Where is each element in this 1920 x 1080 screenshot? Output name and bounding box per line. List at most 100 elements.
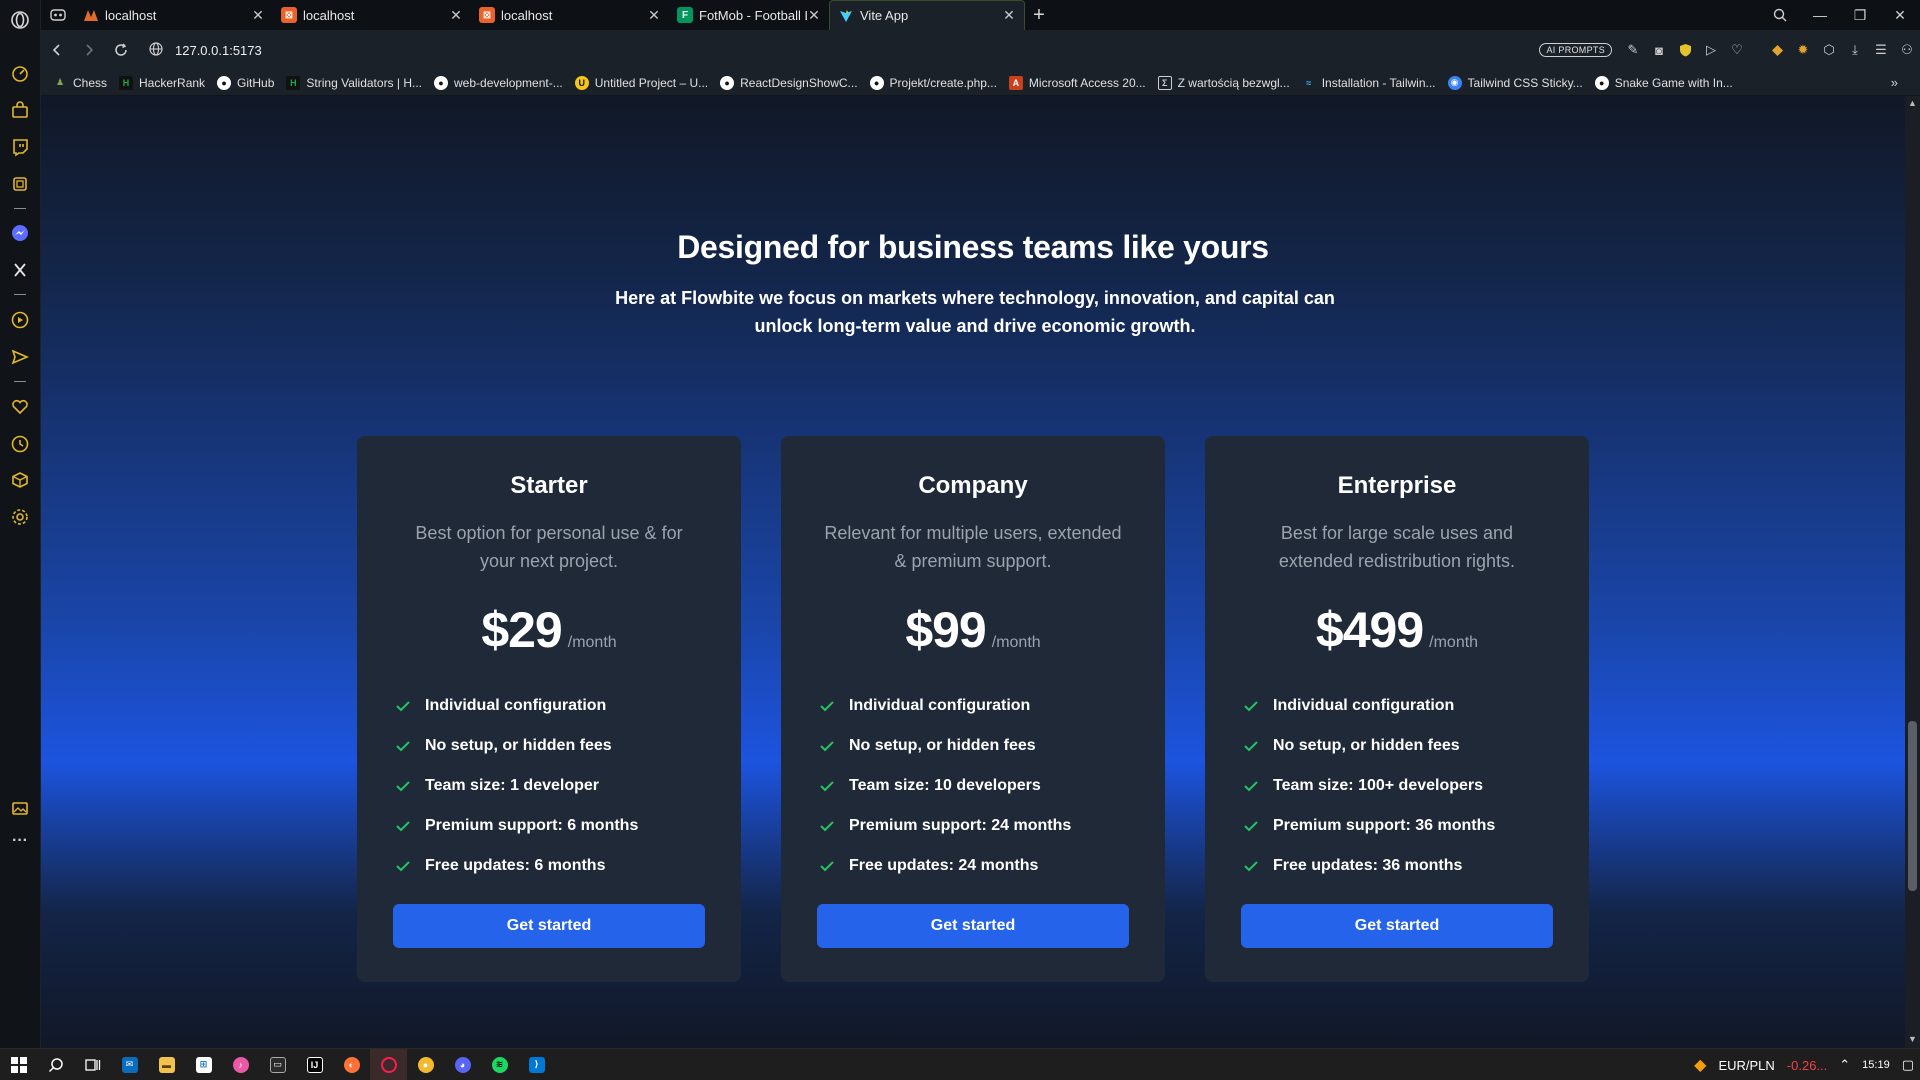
feature-item: Premium support: 36 months <box>1241 806 1495 846</box>
task-view-icon[interactable] <box>74 1049 111 1080</box>
history-icon[interactable] <box>8 432 32 456</box>
url-field[interactable]: 127.0.0.1:5173 <box>149 41 262 59</box>
browser-tab[interactable]: ⊠ localhost ✕ <box>273 0 471 30</box>
browser-tab[interactable]: ⊠ localhost ✕ <box>471 0 669 30</box>
localhost-icon <box>83 7 99 23</box>
extensions-cube-icon[interactable]: ⬡ <box>1816 30 1842 70</box>
currency-pair[interactable]: EUR/PLN <box>1718 1058 1774 1073</box>
localhost-icon: ⊠ <box>281 7 297 23</box>
back-icon[interactable] <box>41 34 73 66</box>
sidebar-separator <box>14 294 26 295</box>
feature-item: Free updates: 36 months <box>1241 846 1495 886</box>
new-tab-button[interactable]: + <box>1025 0 1053 30</box>
vscode-icon[interactable]: ⟩ <box>518 1049 555 1080</box>
bookmark-item[interactable]: ● web-development-... <box>434 75 563 90</box>
store-icon[interactable]: ⊞ <box>185 1049 222 1080</box>
notifications-icon[interactable]: ▢ <box>1902 1057 1914 1073</box>
bookmark-item[interactable]: A Microsoft Access 20... <box>1008 75 1146 90</box>
download-icon[interactable]: ⤓ <box>1842 30 1868 70</box>
tab-close-icon[interactable]: ✕ <box>1002 7 1016 23</box>
bookmark-item[interactable]: ● GitHub <box>217 75 274 90</box>
tab-close-icon[interactable]: ✕ <box>251 7 265 23</box>
chrome-icon[interactable]: ● <box>407 1049 444 1080</box>
restore-icon[interactable]: ❐ <box>1840 0 1880 30</box>
file-explorer-icon[interactable]: ▬ <box>148 1049 185 1080</box>
player-icon[interactable] <box>8 308 32 332</box>
opera-logo-icon[interactable] <box>8 8 32 32</box>
minimize-icon[interactable]: — <box>1800 0 1840 30</box>
easy-setup-icon[interactable]: ☰ <box>1868 30 1894 70</box>
get-started-button[interactable]: Get started <box>393 904 705 948</box>
get-started-button[interactable]: Get started <box>817 904 1129 948</box>
bookmark-item[interactable]: U Untitled Project – U... <box>574 75 708 90</box>
bookmark-item[interactable]: ◉ Tailwind CSS Sticky... <box>1447 75 1583 90</box>
close-window-icon[interactable]: ✕ <box>1880 0 1920 30</box>
intellij-icon[interactable]: IJ <box>296 1049 333 1080</box>
more-icon[interactable]: ··· <box>8 829 32 853</box>
edit-icon[interactable]: ✎ <box>1620 30 1646 70</box>
bookmark-item[interactable]: ≈ Installation - Tailwin... <box>1302 76 1435 90</box>
heart-icon[interactable] <box>8 395 32 419</box>
check-icon <box>1241 776 1261 796</box>
x-twitter-icon[interactable] <box>8 258 32 282</box>
bookmark-item[interactable]: H HackerRank <box>119 75 205 90</box>
plan-price: $499/month <box>1205 601 1589 659</box>
snapshot-camera-icon[interactable]: ◙ <box>1646 30 1672 70</box>
forward-icon[interactable] <box>73 34 105 66</box>
shopping-icon[interactable] <box>8 98 32 122</box>
bookmark-item[interactable]: ● ReactDesignShowC... <box>720 75 858 90</box>
bookmark-item[interactable]: ● Snake Game with In... <box>1594 75 1733 90</box>
scrollbar-thumb[interactable] <box>1908 721 1917 891</box>
gallery-icon[interactable] <box>8 796 32 820</box>
tab-search-icon[interactable] <box>1760 0 1800 30</box>
scroll-down-icon[interactable]: ▼ <box>1907 1034 1918 1045</box>
get-started-button[interactable]: Get started <box>1241 904 1553 948</box>
firefox-icon[interactable]: ◐ <box>333 1049 370 1080</box>
profile-icon[interactable]: ⚇ <box>1894 30 1920 70</box>
bookmark-heart-icon[interactable]: ♡ <box>1724 30 1750 70</box>
extension-bug-icon[interactable]: ✹ <box>1790 30 1816 70</box>
feature-list: Individual configuration No setup, or hi… <box>393 686 638 886</box>
discord-icon[interactable]: ◕ <box>444 1049 481 1080</box>
search-icon[interactable] <box>37 1049 74 1080</box>
tab-close-icon[interactable]: ✕ <box>449 7 463 23</box>
browser-tab[interactable]: F FotMob - Football Live Scores ✕ <box>669 0 829 30</box>
windows-start-icon[interactable] <box>0 1049 37 1080</box>
tab-close-icon[interactable]: ✕ <box>647 7 661 23</box>
send-icon[interactable] <box>8 345 32 369</box>
browser-tab[interactable]: localhost ✕ <box>75 0 273 30</box>
speed-dial-icon[interactable] <box>8 61 32 85</box>
window-icon[interactable]: ▭ <box>259 1049 296 1080</box>
bookmark-item[interactable]: ♟ Chess <box>53 76 107 90</box>
browser-tab-active[interactable]: Vite App ✕ <box>829 0 1025 30</box>
bookmark-item[interactable]: ● Projekt/create.php... <box>869 75 997 90</box>
tab-close-icon[interactable]: ✕ <box>807 7 821 23</box>
settings-gear-icon[interactable] <box>8 505 32 529</box>
bookmark-item[interactable]: H String Validators | H... <box>286 75 422 90</box>
mail-icon[interactable]: ✉ <box>111 1049 148 1080</box>
opera-gx-icon[interactable] <box>370 1048 407 1080</box>
clock[interactable]: 15:19 <box>1862 1059 1890 1071</box>
plan-description: Relevant for multiple users, extended & … <box>824 523 1122 571</box>
extension-icon[interactable] <box>1764 30 1790 70</box>
tray-expand-icon[interactable]: ⌃ <box>1839 1057 1850 1073</box>
itunes-icon[interactable]: ♪ <box>222 1049 259 1080</box>
twitch-icon[interactable] <box>8 135 32 159</box>
ai-prompts-button[interactable]: AI PROMPTS <box>1539 43 1612 57</box>
tab-title: FotMob - Football Live Scores <box>699 7 807 23</box>
reload-icon[interactable] <box>105 34 137 66</box>
bookmarks-overflow-icon[interactable]: » <box>1891 75 1898 90</box>
spotify-icon[interactable]: ≋ <box>481 1049 518 1080</box>
wallet-icon[interactable] <box>8 172 32 196</box>
vite-icon <box>838 8 854 24</box>
extensions-icon[interactable] <box>8 468 32 492</box>
send-icon[interactable]: ▷ <box>1698 30 1724 70</box>
scroll-up-icon[interactable]: ▲ <box>1907 98 1918 109</box>
adblock-shield-icon[interactable] <box>1672 30 1698 70</box>
workspaces-icon[interactable] <box>41 0 75 30</box>
bookmark-item[interactable]: ΣZ wartością bezwgl... <box>1157 75 1290 90</box>
page-scrollbar[interactable]: ▲ ▼ <box>1905 96 1920 1048</box>
sigma-icon: Σ <box>1157 75 1172 90</box>
currency-widget-icon[interactable]: ◆ <box>1694 1055 1706 1075</box>
messenger-icon[interactable] <box>8 221 32 245</box>
